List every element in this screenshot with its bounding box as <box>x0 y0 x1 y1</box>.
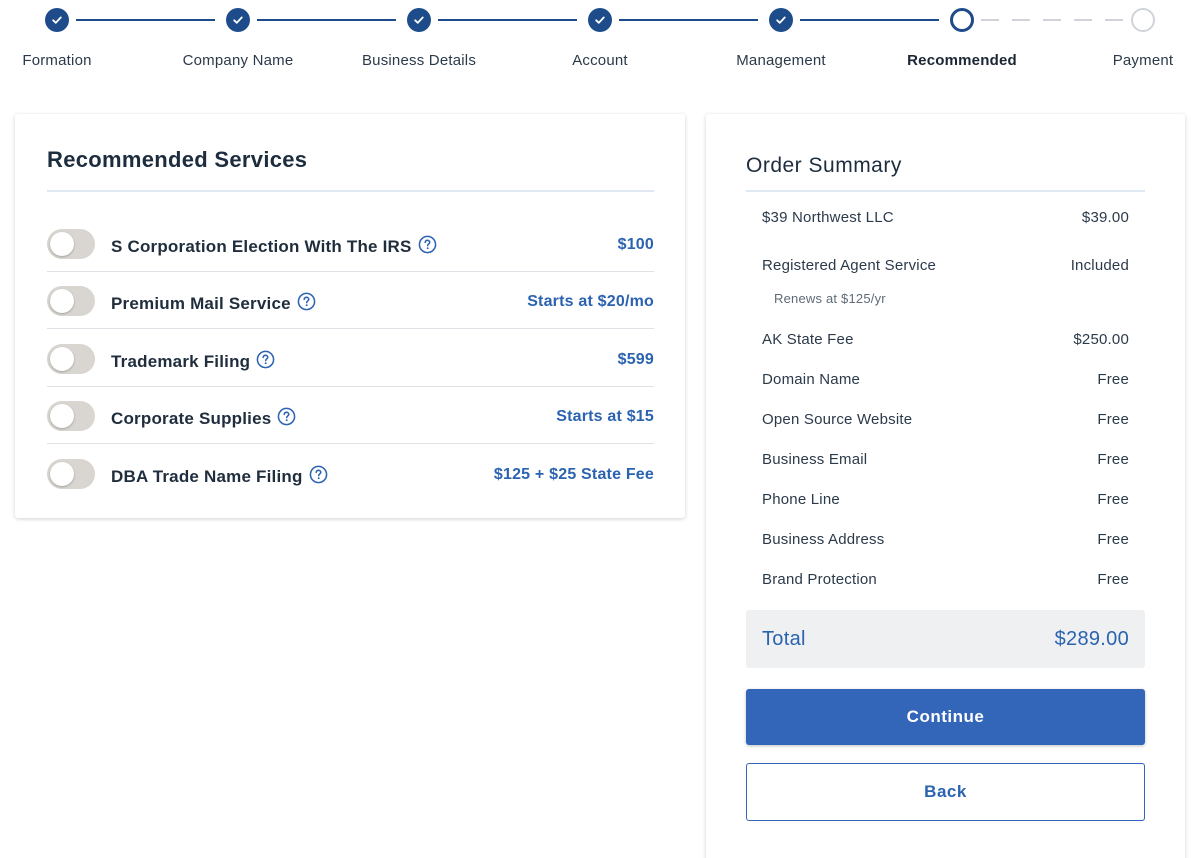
step-business-details[interactable]: Business Details <box>329 8 509 69</box>
divider <box>746 190 1145 192</box>
summary-item-value: Free <box>1097 371 1129 388</box>
step-account[interactable]: Account <box>510 8 690 69</box>
step-label: Company Name <box>182 52 294 69</box>
check-icon <box>407 8 431 32</box>
service-row: Corporate Supplies Starts at $15 <box>47 387 654 444</box>
toggle-knob <box>50 404 74 428</box>
service-name: Trademark Filing <box>111 350 275 372</box>
check-icon <box>588 8 612 32</box>
divider <box>47 190 654 192</box>
summary-item-label: $39 Northwest LLC <box>762 209 894 226</box>
summary-item-value: $250.00 <box>1073 331 1129 348</box>
service-row: S Corporation Election With The IRS $100 <box>47 215 654 272</box>
step-recommended: Recommended <box>872 8 1052 69</box>
step-label: Recommended <box>907 52 1017 69</box>
trademark-filing-toggle[interactable] <box>47 344 95 374</box>
summary-item-label: Open Source Website <box>762 411 913 428</box>
toggle-knob <box>50 462 74 486</box>
service-name: Premium Mail Service <box>111 292 316 314</box>
service-price: Starts at $20/mo <box>527 293 654 310</box>
service-row: Trademark Filing $599 <box>47 330 654 387</box>
toggle-knob <box>50 347 74 371</box>
service-name-text: Corporate Supplies <box>111 409 272 428</box>
service-name-text: S Corporation Election With The IRS <box>111 237 412 256</box>
check-icon <box>226 8 250 32</box>
summary-item-value: Free <box>1097 451 1129 468</box>
current-step-dot <box>950 8 974 32</box>
back-button[interactable]: Back <box>746 763 1145 821</box>
s-corp-election-toggle[interactable] <box>47 229 95 259</box>
summary-item-value: Free <box>1097 531 1129 548</box>
summary-item-value: Free <box>1097 411 1129 428</box>
corporate-supplies-toggle[interactable] <box>47 401 95 431</box>
continue-button[interactable]: Continue <box>746 689 1145 745</box>
summary-item-label: Registered Agent Service <box>762 257 937 274</box>
check-icon <box>769 8 793 32</box>
summary-item-label: Domain Name <box>762 371 861 388</box>
step-company-name[interactable]: Company Name <box>148 8 328 69</box>
step-label: Account <box>572 52 628 69</box>
summary-item-label: Business Email <box>762 451 868 468</box>
step-label: Formation <box>22 52 92 69</box>
order-total: Total $289.00 <box>746 610 1145 668</box>
service-name-text: Trademark Filing <box>111 352 251 371</box>
premium-mail-toggle[interactable] <box>47 286 95 316</box>
total-label: Total <box>762 628 806 650</box>
service-price: $100 <box>617 236 654 253</box>
service-name: DBA Trade Name Filing <box>111 465 328 487</box>
step-label: Business Details <box>361 52 477 69</box>
toggle-knob <box>50 232 74 256</box>
summary-item-value: $39.00 <box>1081 209 1129 226</box>
summary-item-label: Brand Protection <box>762 571 877 588</box>
service-name-text: Premium Mail Service <box>111 294 291 313</box>
summary-item-value: Free <box>1097 491 1129 508</box>
service-name-text: DBA Trade Name Filing <box>111 467 303 486</box>
service-name: Corporate Supplies <box>111 407 296 429</box>
pending-step-dot <box>1131 8 1155 32</box>
service-row: DBA Trade Name Filing $125 + $25 State F… <box>47 445 654 502</box>
service-price: Starts at $15 <box>556 408 654 425</box>
summary-item-label: Phone Line <box>762 491 840 508</box>
step-management[interactable]: Management <box>691 8 871 69</box>
order-summary-card: Order Summary $39 Northwest LLC $39.00 R… <box>706 114 1185 858</box>
question-circle-icon[interactable] <box>256 350 275 369</box>
step-payment: Payment <box>1053 8 1200 69</box>
progress-stepper: Formation Company Name Business Details … <box>0 0 1200 90</box>
toggle-knob <box>50 289 74 313</box>
summary-item-value: Free <box>1097 571 1129 588</box>
order-summary-title: Order Summary <box>746 154 902 177</box>
step-label: Management <box>736 52 826 69</box>
service-price: $599 <box>617 351 654 368</box>
summary-item-label: AK State Fee <box>762 331 854 348</box>
renewal-note: Renews at $125/yr <box>774 291 886 306</box>
step-label: Payment <box>1112 52 1174 69</box>
question-circle-icon[interactable] <box>277 407 296 426</box>
question-circle-icon[interactable] <box>297 292 316 311</box>
summary-item-value: Included <box>1070 257 1129 274</box>
dba-trade-name-toggle[interactable] <box>47 459 95 489</box>
recommended-services-title: Recommended Services <box>47 147 308 172</box>
question-circle-icon[interactable] <box>418 235 437 254</box>
recommended-services-card: Recommended Services S Corporation Elect… <box>15 114 685 518</box>
question-circle-icon[interactable] <box>309 465 328 484</box>
service-name: S Corporation Election With The IRS <box>111 235 437 257</box>
summary-item-label: Business Address <box>762 531 885 548</box>
service-price: $125 + $25 State Fee <box>493 466 654 483</box>
total-value: $289.00 <box>1054 628 1129 650</box>
check-icon <box>45 8 69 32</box>
step-formation[interactable]: Formation <box>0 8 147 69</box>
service-row: Premium Mail Service Starts at $20/mo <box>47 272 654 329</box>
